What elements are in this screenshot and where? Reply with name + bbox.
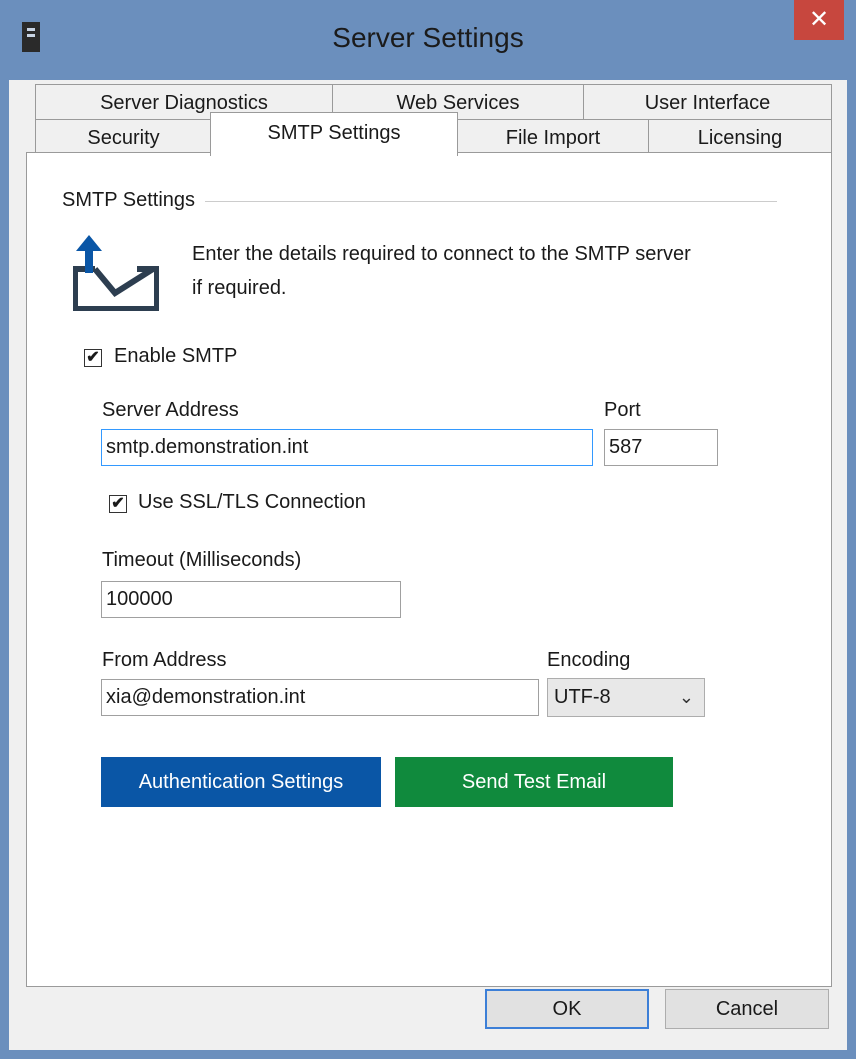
ssl-label: Use SSL/TLS Connection <box>138 491 366 513</box>
from-address-label: From Address <box>102 649 227 671</box>
title-bar[interactable]: Server Settings ✕ <box>0 0 856 80</box>
send-test-email-button[interactable]: Send Test Email <box>395 757 673 807</box>
chevron-down-icon: ⌄ <box>678 687 694 707</box>
ok-button[interactable]: OK <box>485 989 649 1029</box>
mail-upload-icon <box>73 235 159 311</box>
server-settings-window: Server Settings ✕ Server Diagnostics Web… <box>0 0 856 1059</box>
cancel-button[interactable]: Cancel <box>665 989 829 1029</box>
window-title: Server Settings <box>332 22 524 53</box>
tab-licensing[interactable]: Licensing <box>648 119 832 156</box>
group-divider <box>205 201 777 202</box>
encoding-value: UTF-8 <box>554 686 611 708</box>
description-line-2: if required. <box>192 277 287 299</box>
smtp-settings-panel: SMTP Settings Enter the details required… <box>26 152 832 987</box>
server-address-input[interactable]: smtp.demonstration.int <box>101 429 593 466</box>
timeout-input[interactable]: 100000 <box>101 581 401 618</box>
tab-smtp-settings[interactable]: SMTP Settings <box>210 112 458 156</box>
timeout-label: Timeout (Milliseconds) <box>102 549 302 571</box>
enable-smtp-checkbox[interactable]: ✔ <box>84 349 102 367</box>
from-address-input[interactable]: xia@demonstration.int <box>101 679 539 716</box>
enable-smtp-label: Enable SMTP <box>114 345 238 367</box>
tab-security[interactable]: Security <box>35 119 212 156</box>
encoding-label: Encoding <box>547 649 631 671</box>
description-line-1: Enter the details required to connect to… <box>192 243 691 265</box>
tab-file-import[interactable]: File Import <box>457 119 649 156</box>
ssl-checkbox[interactable]: ✔ <box>109 495 127 513</box>
authentication-settings-button[interactable]: Authentication Settings <box>101 757 381 807</box>
port-label: Port <box>604 399 641 421</box>
port-input[interactable]: 587 <box>604 429 718 466</box>
tab-user-interface[interactable]: User Interface <box>583 84 832 121</box>
group-title: SMTP Settings <box>62 189 196 211</box>
close-button[interactable]: ✕ <box>794 0 844 40</box>
server-address-label: Server Address <box>102 399 239 421</box>
smtp-description: Enter the details required to connect to… <box>192 237 752 305</box>
encoding-select[interactable]: UTF-8 ⌄ <box>547 678 705 717</box>
